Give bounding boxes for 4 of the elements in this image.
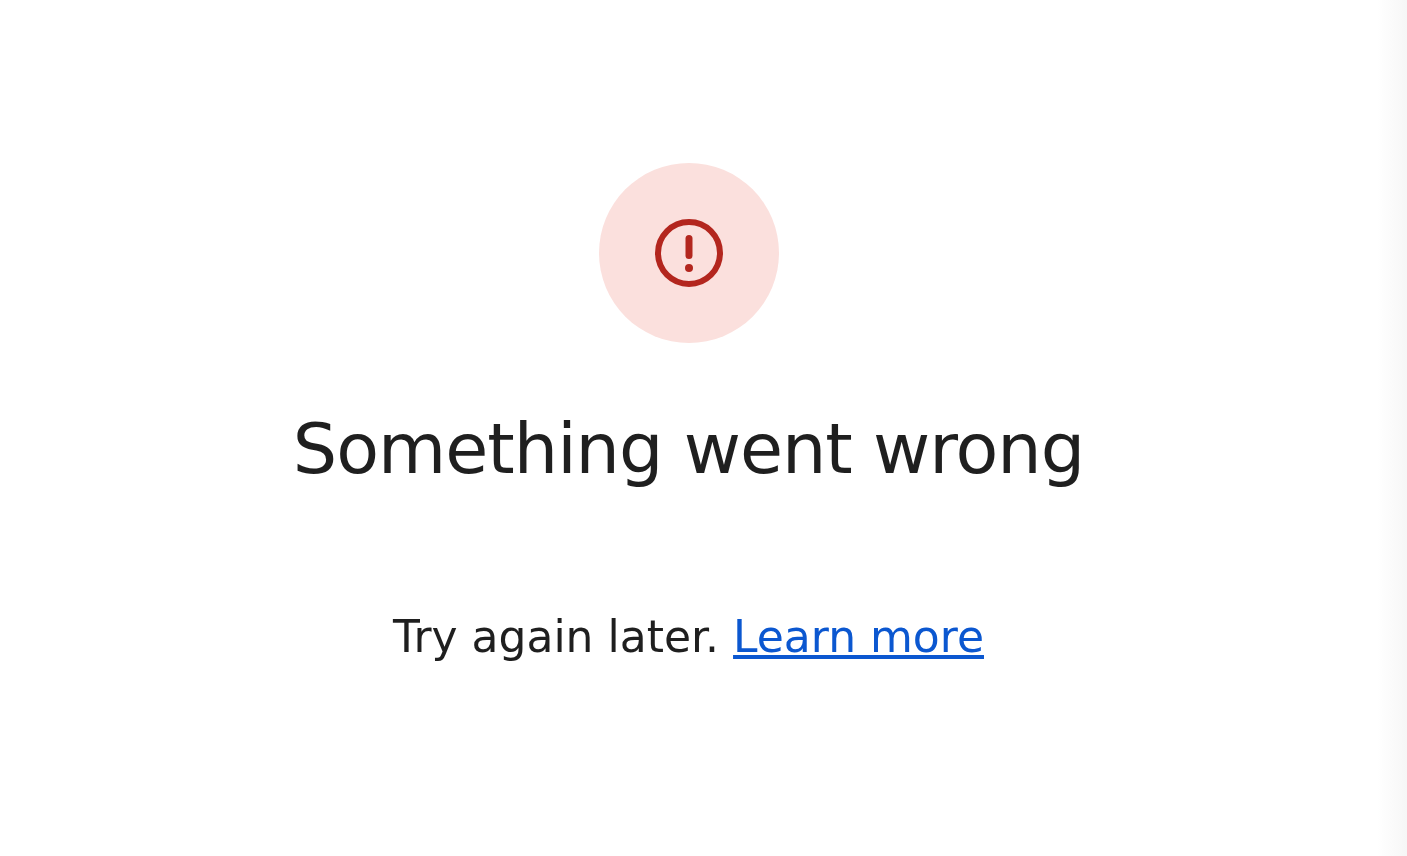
learn-more-link[interactable]: Learn more bbox=[733, 611, 984, 664]
error-title: Something went wrong bbox=[292, 407, 1085, 491]
alert-icon bbox=[653, 218, 724, 288]
error-message: Try again later. bbox=[393, 611, 720, 664]
